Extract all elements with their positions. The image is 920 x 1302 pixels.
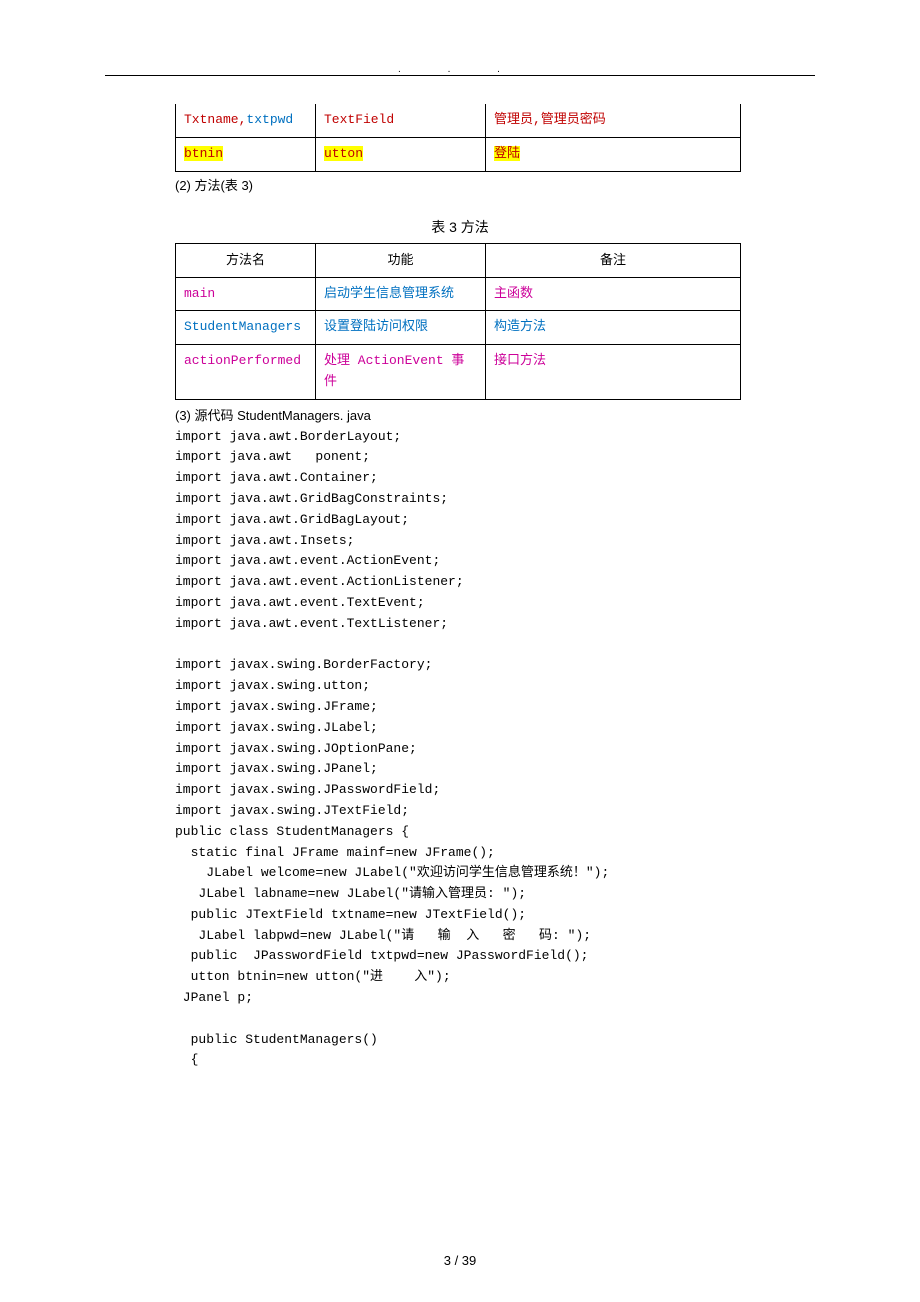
cell-utton: utton	[316, 137, 486, 171]
cell-sm-remark: 构造方法	[486, 311, 741, 345]
th-remark: 备注	[486, 243, 741, 277]
page: Txtname,txtpwd TextField 管理员,管理员密码 btnin…	[0, 0, 920, 1302]
top-rule	[105, 75, 815, 76]
cell-sm-func: 设置登陆访问权限	[316, 311, 486, 345]
cell-type: TextField	[316, 104, 486, 137]
page-number: 3 / 39	[0, 1251, 920, 1272]
utton-label: utton	[324, 146, 363, 161]
table-row: main 启动学生信息管理系统 主函数	[176, 277, 741, 311]
cell-desc: 管理员,管理员密码	[486, 104, 741, 137]
cell-ap-remark: 接口方法	[486, 345, 741, 400]
cell-main: main	[176, 277, 316, 311]
cell-main-remark: 主函数	[486, 277, 741, 311]
th-function: 功能	[316, 243, 486, 277]
table-row: StudentManagers 设置登陆访问权限 构造方法	[176, 311, 741, 345]
txtpwd-label: txtpwd	[246, 112, 293, 127]
table-header-row: 方法名 功能 备注	[176, 243, 741, 277]
cell-btnin: btnin	[176, 137, 316, 171]
txtname-label: Txtname,	[184, 112, 246, 127]
cell-main-func: 启动学生信息管理系统	[316, 277, 486, 311]
table-row: actionPerformed 处理 ActionEvent 事件 接口方法	[176, 345, 741, 400]
table-3: 方法名 功能 备注 main 启动学生信息管理系统 主函数 StudentMan…	[175, 243, 741, 400]
cell-ap-func: 处理 ActionEvent 事件	[316, 345, 486, 400]
table-row: Txtname,txtpwd TextField 管理员,管理员密码	[176, 104, 741, 137]
source-title: (3) 源代码 StudentManagers. java	[175, 406, 815, 427]
btnin-label: btnin	[184, 146, 223, 161]
table3-caption: 表 3 方法	[105, 216, 815, 238]
code-block: import java.awt.BorderLayout; import jav…	[175, 427, 815, 1072]
table-row: btnin utton 登陆	[176, 137, 741, 171]
th-method: 方法名	[176, 243, 316, 277]
cell-names: Txtname,txtpwd	[176, 104, 316, 137]
login-label: 登陆	[494, 146, 520, 161]
cell-login: 登陆	[486, 137, 741, 171]
cell-ap: actionPerformed	[176, 345, 316, 400]
methods-heading: (2) 方法(表 3)	[175, 176, 815, 197]
cell-sm: StudentManagers	[176, 311, 316, 345]
table-1: Txtname,txtpwd TextField 管理员,管理员密码 btnin…	[175, 104, 741, 172]
